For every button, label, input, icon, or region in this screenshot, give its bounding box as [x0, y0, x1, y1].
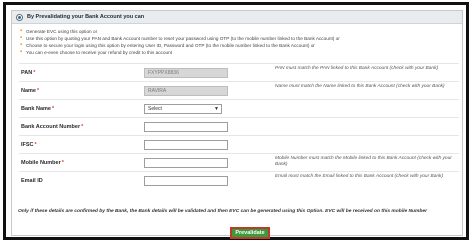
account-number-label: Bank Account Number* [21, 124, 84, 130]
ifsc-row: IFSC* [19, 135, 459, 153]
panel-header: By Prevalidating your Bank Account you c… [12, 11, 462, 24]
pan-hint: PAN must match the PAN linked to this Ba… [275, 66, 439, 71]
name-row: Name* RAVIRA Name must match the Name li… [19, 81, 459, 99]
pan-row: PAN* FXYPPX8836 PAN must match the PAN l… [19, 63, 459, 81]
email-hint: Email must match the Email linked to thi… [275, 174, 444, 179]
bank-name-row: Bank Name* Select ▼ [19, 99, 459, 117]
email-field[interactable] [144, 176, 228, 186]
bank-name-selected: Select [148, 106, 162, 112]
ifsc-field[interactable] [144, 140, 228, 150]
name-hint: Name must match the Name linked to this … [275, 84, 445, 89]
benefit-item: Choose to secure your login using this o… [20, 42, 466, 49]
benefit-item: You can e-even choose to receive your re… [20, 49, 466, 56]
benefit-item: Generate EVC using this option or [20, 28, 466, 35]
bank-name-label: Bank Name* [21, 106, 55, 112]
name-field: RAVIRA [144, 86, 228, 96]
radio-dot [18, 15, 21, 19]
account-number-field[interactable] [144, 122, 228, 132]
benefit-item: Use this option by quoting your PAN and … [20, 35, 466, 42]
ifsc-label: IFSC* [21, 142, 37, 148]
validation-note: Only if these details are confirmed by t… [18, 209, 428, 214]
name-label: Name* [21, 88, 40, 94]
email-label: Email ID [21, 178, 43, 184]
email-row: Email ID Email must match the Email link… [19, 171, 459, 189]
screenshot-frame: By Prevalidating your Bank Account you c… [3, 2, 469, 240]
mobile-row: Mobile Number* Mobile Number must match … [19, 153, 459, 171]
mobile-field[interactable] [144, 158, 228, 168]
mobile-hint: Mobile Number must match the Mobile link… [275, 156, 452, 167]
pan-label: PAN* [21, 70, 36, 76]
benefit-list: Generate EVC using this option or Use th… [18, 28, 466, 56]
bank-name-select[interactable]: Select ▼ [144, 104, 222, 114]
prevalidate-button[interactable]: Prevalidate [230, 227, 270, 239]
panel-title: By Prevalidating your Bank Account you c… [27, 14, 145, 20]
chevron-down-icon: ▼ [214, 106, 219, 112]
mobile-label: Mobile Number* [21, 160, 64, 166]
prevalidate-bank-account-panel: By Prevalidating your Bank Account you c… [11, 10, 466, 239]
account-number-row: Bank Account Number* [19, 117, 459, 135]
pan-field: FXYPPX8836 [144, 68, 228, 78]
radio-selected-icon[interactable] [16, 13, 23, 21]
